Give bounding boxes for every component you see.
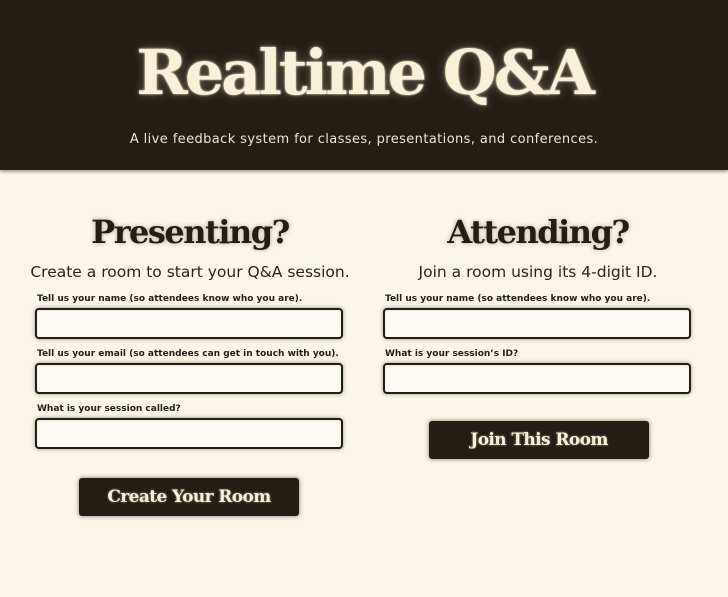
create-room-button[interactable]: Create Your Room: [79, 478, 299, 516]
attendee-name-label: Tell us your name (so attendees know who…: [385, 294, 651, 304]
attending-heading: Attending?: [447, 213, 630, 251]
attendee-name-input[interactable]: [383, 308, 691, 339]
session-name-field-group: What is your session called?: [30, 404, 350, 449]
session-name-label: What is your session called?: [37, 404, 181, 414]
site-header: Realtime Q&A A live feedback system for …: [0, 0, 728, 170]
presenting-section: Presenting? Create a room to start your …: [30, 210, 350, 449]
attending-section: Attending? Join a room using its 4-digit…: [378, 210, 698, 394]
site-logo-title: Realtime Q&A: [136, 36, 595, 109]
presenter-email-field-group: Tell us your email (so attendees can get…: [30, 349, 350, 394]
presenter-name-label: Tell us your name (so attendees know who…: [37, 294, 303, 304]
join-room-button[interactable]: Join This Room: [429, 421, 649, 459]
session-id-field-group: What is your session’s ID?: [378, 349, 698, 394]
presenter-email-label: Tell us your email (so attendees can get…: [37, 349, 339, 359]
session-id-label: What is your session’s ID?: [385, 349, 519, 359]
presenter-name-input[interactable]: [35, 308, 343, 339]
session-id-input[interactable]: [383, 363, 691, 394]
presenter-name-field-group: Tell us your name (so attendees know who…: [30, 294, 350, 339]
presenting-heading: Presenting?: [91, 213, 290, 251]
session-name-input[interactable]: [35, 418, 343, 449]
site-tagline: A live feedback system for classes, pres…: [129, 132, 599, 147]
attendee-name-field-group: Tell us your name (so attendees know who…: [378, 294, 698, 339]
presenting-description: Create a room to start your Q&A session.: [30, 263, 350, 281]
attending-description: Join a room using its 4-digit ID.: [418, 263, 658, 281]
presenter-email-input[interactable]: [35, 363, 343, 394]
